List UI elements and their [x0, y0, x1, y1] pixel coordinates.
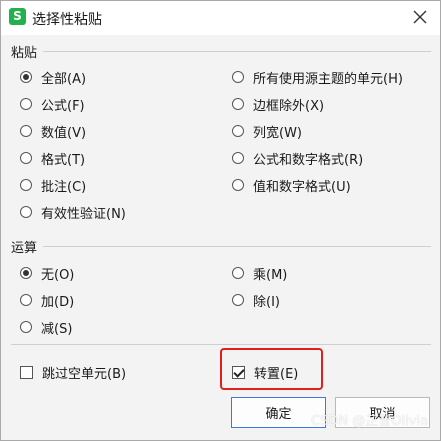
wps-app-icon: S — [9, 8, 26, 25]
radio-column-widths[interactable] — [232, 125, 244, 137]
paste-option-source-theme[interactable]: 所有使用源主题的单元(H) — [232, 67, 403, 87]
paste-group-divider — [43, 51, 431, 52]
radio-op-add[interactable] — [20, 294, 32, 306]
paste-option-formats[interactable]: 格式(T) — [20, 148, 85, 168]
radio-all-except-borders[interactable] — [232, 98, 244, 110]
radio-validation[interactable] — [20, 206, 32, 218]
paste-group-title: 粘贴 — [11, 46, 38, 61]
paste-option-formulas-number-formats[interactable]: 公式和数字格式(R) — [232, 148, 363, 168]
label-op-multiply: 乘(M) — [253, 267, 288, 283]
paste-option-comments[interactable]: 批注(C) — [20, 175, 86, 195]
label-op-subtract: 减(S) — [41, 321, 73, 337]
skip-blanks-label: 跳过空单元(B) — [42, 366, 127, 382]
operation-option-none[interactable]: 无(O) — [20, 263, 74, 283]
label-all: 全部(A) — [41, 71, 87, 87]
label-column-widths: 列宽(W) — [253, 125, 302, 141]
operation-group-divider — [43, 246, 431, 247]
dialog-title: 选择性粘贴 — [32, 12, 102, 28]
operation-option-subtract[interactable]: 减(S) — [20, 317, 72, 337]
paste-option-values-number-formats[interactable]: 值和数字格式(U) — [232, 175, 351, 195]
operation-option-divide[interactable]: 除(I) — [232, 290, 280, 310]
radio-values-number-formats[interactable] — [232, 179, 244, 191]
radio-comments[interactable] — [20, 179, 32, 191]
label-op-divide: 除(I) — [253, 294, 280, 310]
skip-blanks-checkbox[interactable] — [20, 365, 33, 379]
skip-blanks-option[interactable]: 跳过空单元(B) — [20, 362, 126, 382]
label-formulas-number-formats: 公式和数字格式(R) — [253, 152, 364, 168]
operation-option-add[interactable]: 加(D) — [20, 290, 74, 310]
label-formats: 格式(T) — [41, 152, 86, 168]
radio-op-multiply[interactable] — [232, 267, 244, 279]
label-values-number-formats: 值和数字格式(U) — [253, 179, 351, 195]
paste-option-validation[interactable]: 有效性验证(N) — [20, 202, 126, 222]
radio-formulas[interactable] — [20, 98, 32, 110]
radio-op-subtract[interactable] — [20, 321, 32, 333]
title-bar: S 选择性粘贴 — [1, 1, 440, 35]
paste-option-all-except-borders[interactable]: 边框除外(X) — [232, 94, 324, 114]
label-source-theme: 所有使用源主题的单元(H) — [253, 71, 403, 87]
operation-group-title: 运算 — [11, 241, 38, 256]
watermark: CSDN @芷昔Olivia — [311, 414, 428, 429]
operation-option-multiply[interactable]: 乘(M) — [232, 263, 287, 283]
label-formulas: 公式(F) — [41, 98, 85, 114]
label-op-add: 加(D) — [41, 294, 75, 310]
paste-option-formulas[interactable]: 公式(F) — [20, 94, 85, 114]
radio-formats[interactable] — [20, 152, 32, 164]
paste-option-all[interactable]: 全部(A) — [20, 67, 86, 87]
close-icon[interactable] — [410, 7, 430, 27]
radio-values[interactable] — [20, 125, 32, 137]
label-validation: 有效性验证(N) — [41, 206, 126, 222]
paste-option-values[interactable]: 数值(V) — [20, 121, 86, 141]
radio-formulas-number-formats[interactable] — [232, 152, 244, 164]
label-op-none: 无(O) — [41, 267, 75, 283]
radio-source-theme[interactable] — [232, 71, 244, 83]
radio-op-divide[interactable] — [232, 294, 244, 306]
paste-option-column-widths[interactable]: 列宽(W) — [232, 121, 302, 141]
label-values: 数值(V) — [41, 125, 87, 141]
radio-op-none[interactable] — [20, 267, 32, 279]
transpose-highlight-box — [220, 348, 323, 390]
label-all-except-borders: 边框除外(X) — [253, 98, 325, 114]
radio-all[interactable] — [20, 71, 32, 83]
paste-special-dialog: S 选择性粘贴 粘贴 全部(A) 所有使用源主题的单元(H) 公式(F) 边框除… — [0, 0, 441, 441]
label-comments: 批注(C) — [41, 179, 87, 195]
bottom-divider — [11, 344, 431, 345]
